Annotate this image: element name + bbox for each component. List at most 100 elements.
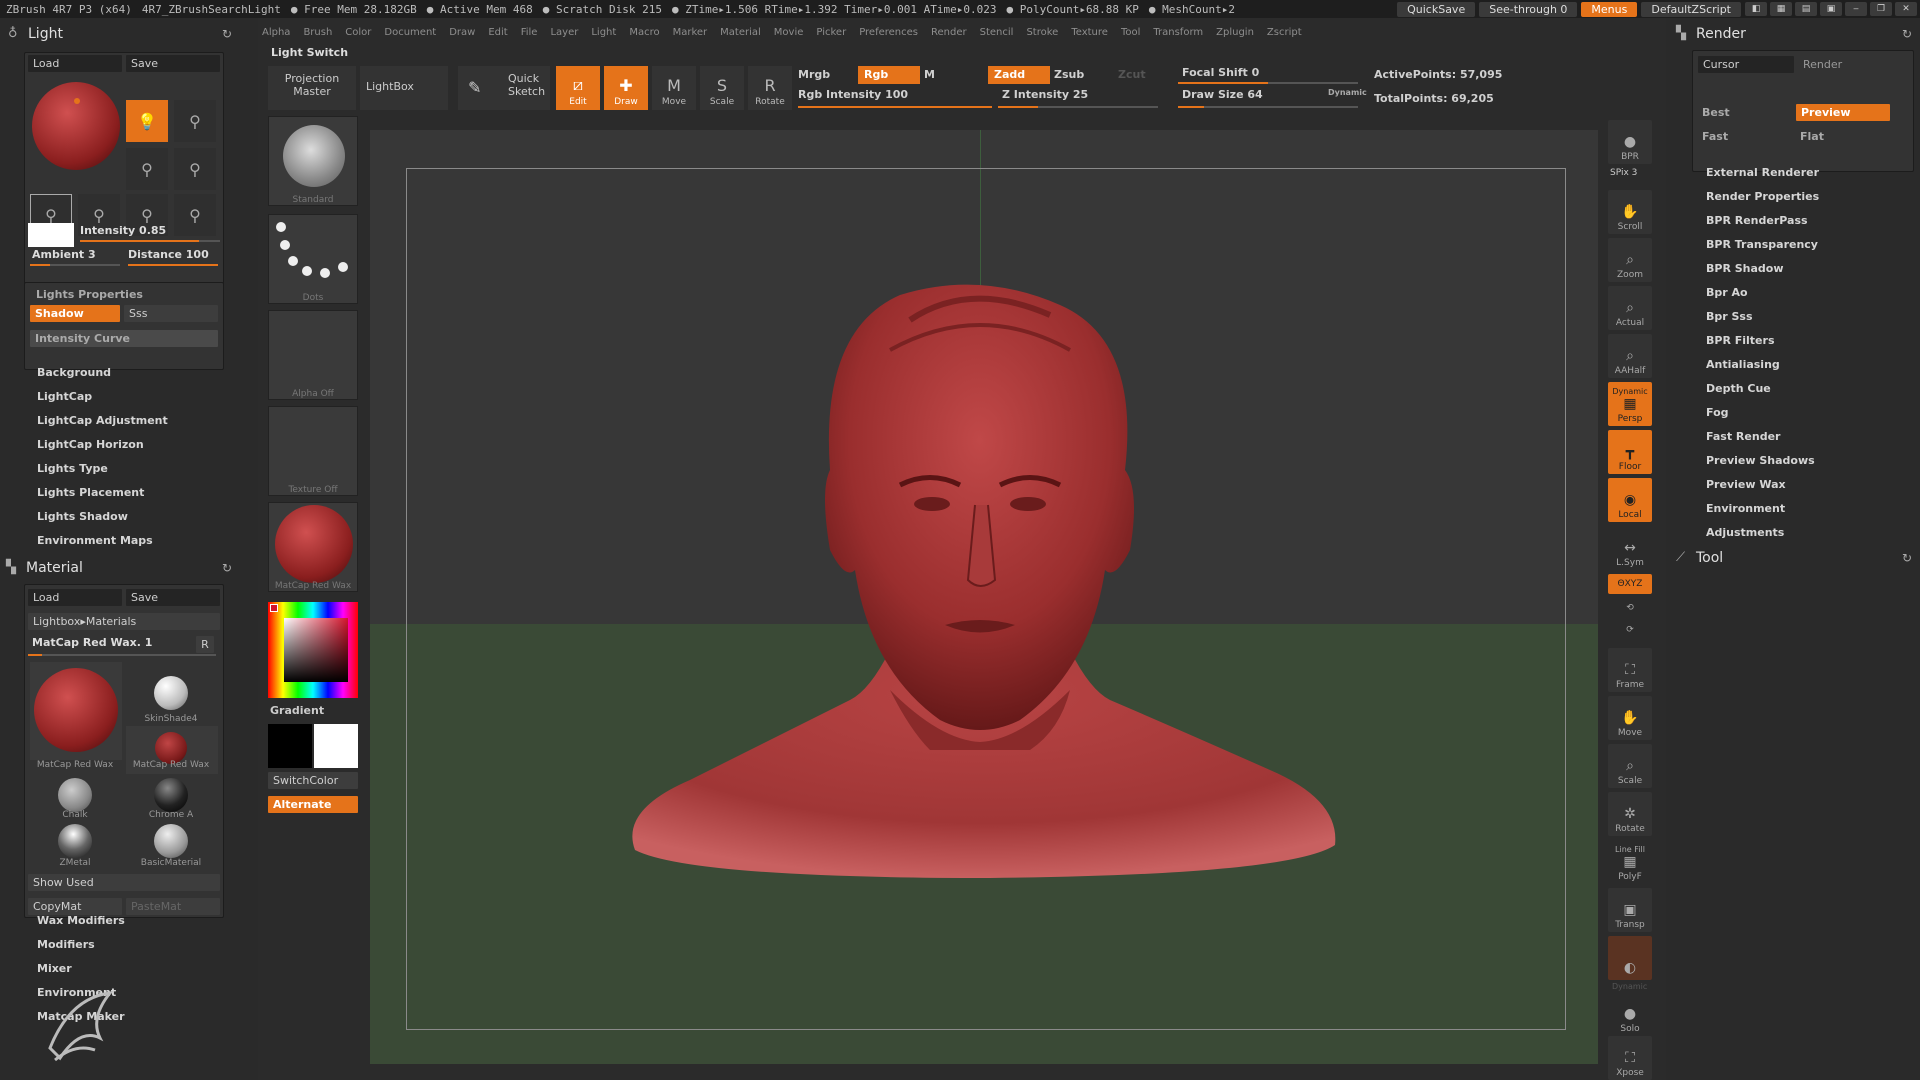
dock-rotate-button[interactable]: ✲ Rotate [1608, 792, 1652, 836]
gradient-toggle[interactable]: Gradient [270, 704, 324, 717]
texture-thumbnail[interactable]: Texture Off [268, 406, 358, 496]
material-submenu-wax-modifiers[interactable]: Wax Modifiers [37, 914, 125, 927]
zsub-button[interactable]: Zsub [1054, 68, 1084, 81]
menu-render[interactable]: Render [931, 27, 967, 38]
actual-button[interactable]: ⌕ Actual [1608, 286, 1652, 330]
see-through-slider[interactable]: See-through 0 [1479, 1, 1578, 17]
preview-render-button[interactable]: Preview [1796, 104, 1890, 121]
light-submenu-lightcap-adjustment[interactable]: LightCap Adjustment [37, 414, 168, 427]
primary-color-swatch[interactable] [314, 724, 358, 768]
menu-picker[interactable]: Picker [816, 27, 846, 38]
menu-color[interactable]: Color [345, 27, 371, 38]
polyf-button[interactable]: Line Fill ▦ PolyF [1608, 840, 1652, 884]
light-submenu-background[interactable]: Background [37, 366, 111, 379]
draw-button[interactable]: ✚ Draw [604, 66, 648, 110]
material-palette-header[interactable]: ▚ Material ↻ [6, 558, 232, 578]
projection-master-button[interactable]: Projection Master [268, 66, 356, 110]
mrgb-button[interactable]: Mrgb [798, 68, 830, 81]
menu-transform[interactable]: Transform [1153, 27, 1203, 38]
switchcolor-button[interactable]: SwitchColor [268, 772, 358, 789]
menu-layer[interactable]: Layer [550, 27, 578, 38]
render-item-depth-cue[interactable]: Depth Cue [1706, 382, 1771, 395]
material-load-button[interactable]: Load [28, 589, 122, 606]
local-button[interactable]: ◉ Local [1608, 478, 1652, 522]
render-item-bpr-renderpass[interactable]: BPR RenderPass [1706, 214, 1808, 227]
light-load-button[interactable]: Load [28, 55, 122, 72]
palette-icon[interactable]: ▦ [1770, 2, 1792, 16]
menu-brush[interactable]: Brush [303, 27, 332, 38]
sss-toggle[interactable]: Sss [124, 305, 218, 322]
refresh-icon[interactable]: ↻ [1902, 551, 1912, 565]
menu-zplugin[interactable]: Zplugin [1216, 27, 1254, 38]
best-render-button[interactable]: Best [1702, 106, 1730, 119]
light-color-swatch[interactable] [28, 223, 74, 247]
light-bulb-2-icon[interactable]: ⚲ [174, 100, 216, 142]
z-intensity-track[interactable] [998, 106, 1158, 108]
pastemat-button[interactable]: PasteMat [126, 898, 220, 915]
fast-render-button[interactable]: Fast [1702, 130, 1728, 143]
menu-macro[interactable]: Macro [629, 27, 659, 38]
menu-stencil[interactable]: Stencil [980, 27, 1014, 38]
light-submenu-lights-shadow[interactable]: Lights Shadow [37, 510, 128, 523]
dock-scale-button[interactable]: ⌕ Scale [1608, 744, 1652, 788]
lights-properties-header[interactable]: Lights Properties [36, 288, 143, 301]
render-item-bpr-shadow[interactable]: BPR Shadow [1706, 262, 1784, 275]
shadow-toggle[interactable]: Shadow [30, 305, 120, 322]
dock-move-button[interactable]: ✋ Move [1608, 696, 1652, 740]
render-button[interactable]: Render [1798, 56, 1908, 73]
xpose-button[interactable]: ⛶ Xpose [1608, 1036, 1652, 1080]
menu-tool[interactable]: Tool [1121, 27, 1140, 38]
render-item-preview-shadows[interactable]: Preview Shadows [1706, 454, 1815, 467]
render-item-preview-wax[interactable]: Preview Wax [1706, 478, 1786, 491]
rgb-intensity-slider[interactable]: Rgb Intensity 100 [798, 88, 908, 101]
light-submenu-lightcap[interactable]: LightCap [37, 390, 92, 403]
edit-button[interactable]: ⧄ Edit [556, 66, 600, 110]
stroke-thumbnail[interactable]: Dots [268, 214, 358, 304]
color-picker-square[interactable] [284, 618, 348, 682]
rotate-z-icon[interactable]: ⟳ [1608, 620, 1652, 640]
lsym-button[interactable]: ↔ L.Sym [1608, 526, 1652, 570]
menu-material[interactable]: Material [720, 27, 761, 38]
distance-track[interactable] [128, 264, 218, 266]
xyz-button[interactable]: ΘXYZ [1608, 574, 1652, 594]
color-picker[interactable] [268, 602, 358, 698]
menu-light[interactable]: Light [591, 27, 616, 38]
tool-palette-header[interactable]: ⟋ Tool ↻ [1676, 548, 1912, 568]
floor-button[interactable]: ┳ Floor [1608, 430, 1652, 474]
scale-button[interactable]: S Scale [700, 66, 744, 110]
intensity-curve-button[interactable]: Intensity Curve [30, 330, 218, 347]
light-bulb-4-icon[interactable]: ⚲ [174, 148, 216, 190]
menu-zscript[interactable]: Zscript [1267, 27, 1302, 38]
quick-sketch-button[interactable]: ✎ Quick Sketch [458, 66, 550, 110]
restore-icon[interactable]: ❐ [1870, 2, 1892, 16]
m-button[interactable]: M [924, 68, 935, 81]
secondary-color-swatch[interactable] [268, 724, 312, 768]
ambient-track[interactable] [30, 264, 120, 266]
material-slider[interactable] [28, 654, 216, 656]
z-intensity-slider[interactable]: Z Intensity 25 [1002, 88, 1088, 101]
light-bulb-8-icon[interactable]: ⚲ [174, 194, 216, 236]
minimize-icon[interactable]: ‒ [1845, 2, 1867, 16]
light-submenu-lights-placement[interactable]: Lights Placement [37, 486, 144, 499]
default-zscript-button[interactable]: DefaultZScript [1641, 1, 1741, 17]
alternate-button[interactable]: Alternate [268, 796, 358, 813]
zoom-button[interactable]: ⌕ Zoom [1608, 238, 1652, 282]
rotate-y-icon[interactable]: ⟲ [1608, 598, 1652, 618]
light-position-dot[interactable] [74, 98, 80, 104]
light-submenu-lights-type[interactable]: Lights Type [37, 462, 108, 475]
menu-stroke[interactable]: Stroke [1026, 27, 1058, 38]
close-icon[interactable]: ✕ [1895, 2, 1917, 16]
ghost-button[interactable]: ◐ [1608, 936, 1652, 980]
menu-alpha[interactable]: Alpha [262, 27, 290, 38]
alpha-thumbnail[interactable]: Alpha Off [268, 310, 358, 400]
main-color-swatch[interactable] [270, 604, 278, 612]
menu-texture[interactable]: Texture [1071, 27, 1108, 38]
light-intensity-slider[interactable]: Intensity 0.85 [80, 224, 166, 237]
render-item-render-properties[interactable]: Render Properties [1706, 190, 1819, 203]
copymat-button[interactable]: CopyMat [28, 898, 122, 915]
light-bulb-1-icon[interactable]: 💡 [126, 100, 168, 142]
light-preview-sphere[interactable] [32, 82, 120, 170]
sculpt-bust-model[interactable] [370, 130, 1598, 1064]
draw-size-slider[interactable]: Draw Size 64 [1182, 88, 1263, 101]
light-switch-label[interactable]: Light Switch [271, 46, 348, 59]
